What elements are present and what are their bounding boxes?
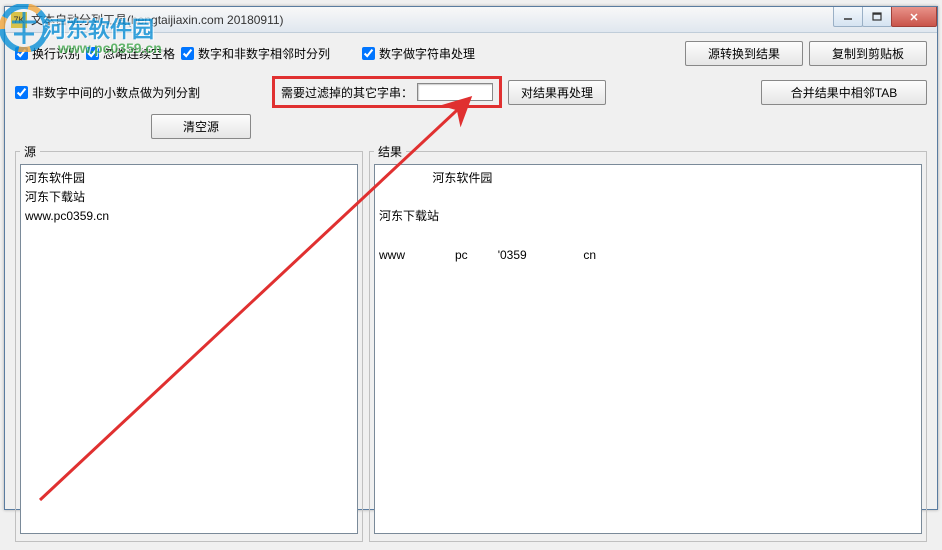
cb-decimal-split-label: 非数字中间的小数点做为列分割 (32, 84, 200, 101)
cb-ignore-spaces[interactable]: 忽略连续空格 (86, 45, 175, 62)
minimize-button[interactable] (833, 7, 863, 27)
source-legend: 源 (20, 143, 40, 160)
cb-digit-as-string[interactable]: 数字做字符串处理 (362, 45, 475, 62)
cb-newline-detect-input[interactable] (15, 47, 28, 60)
app-icon: 7K (11, 12, 27, 28)
cb-decimal-split-input[interactable] (15, 86, 28, 99)
cb-digit-split-label: 数字和非数字相邻时分列 (198, 45, 330, 62)
cb-newline-detect[interactable]: 换行识别 (15, 45, 80, 62)
result-legend: 结果 (374, 143, 406, 160)
panels-container: 源 结果 (15, 143, 927, 542)
maximize-button[interactable] (862, 7, 892, 27)
filter-group-highlight: 需要过滤掉的其它字串： (272, 76, 502, 108)
app-window: 7K 文本自动分列工具(hengtaijiaxin.com 20180911) … (4, 6, 938, 510)
titlebar: 7K 文本自动分列工具(hengtaijiaxin.com 20180911) (5, 7, 937, 33)
result-fieldset: 结果 (369, 143, 927, 542)
copy-clipboard-button[interactable]: 复制到剪贴板 (809, 41, 927, 66)
filter-input[interactable] (417, 83, 493, 101)
cb-ignore-spaces-label: 忽略连续空格 (103, 45, 175, 62)
filter-label: 需要过滤掉的其它字串： (281, 84, 413, 101)
window-title: 文本自动分列工具(hengtaijiaxin.com 20180911) (31, 11, 284, 28)
cb-digit-split-input[interactable] (181, 47, 194, 60)
cb-digit-as-string-input[interactable] (362, 47, 375, 60)
options-row-1: 换行识别 忽略连续空格 数字和非数字相邻时分列 数字做字符串处理 源转换到结果 … (15, 41, 927, 66)
options-row-3: 清空源 (15, 114, 927, 139)
window-controls (834, 7, 937, 27)
result-textarea[interactable] (374, 164, 922, 534)
options-row-2: 非数字中间的小数点做为列分割 需要过滤掉的其它字串： 对结果再处理 合并结果中相… (15, 76, 927, 108)
cb-ignore-spaces-input[interactable] (86, 47, 99, 60)
reprocess-button[interactable]: 对结果再处理 (508, 80, 606, 105)
close-button[interactable] (891, 7, 937, 27)
cb-digit-split[interactable]: 数字和非数字相邻时分列 (181, 45, 330, 62)
cb-newline-detect-label: 换行识别 (32, 45, 80, 62)
cb-decimal-split[interactable]: 非数字中间的小数点做为列分割 (15, 84, 200, 101)
source-textarea[interactable] (20, 164, 358, 534)
content-area: 换行识别 忽略连续空格 数字和非数字相邻时分列 数字做字符串处理 源转换到结果 … (5, 33, 937, 550)
convert-button[interactable]: 源转换到结果 (685, 41, 803, 66)
merge-tab-button[interactable]: 合并结果中相邻TAB (761, 80, 927, 105)
clear-source-button[interactable]: 清空源 (151, 114, 251, 139)
cb-digit-as-string-label: 数字做字符串处理 (379, 45, 475, 62)
source-fieldset: 源 (15, 143, 363, 542)
